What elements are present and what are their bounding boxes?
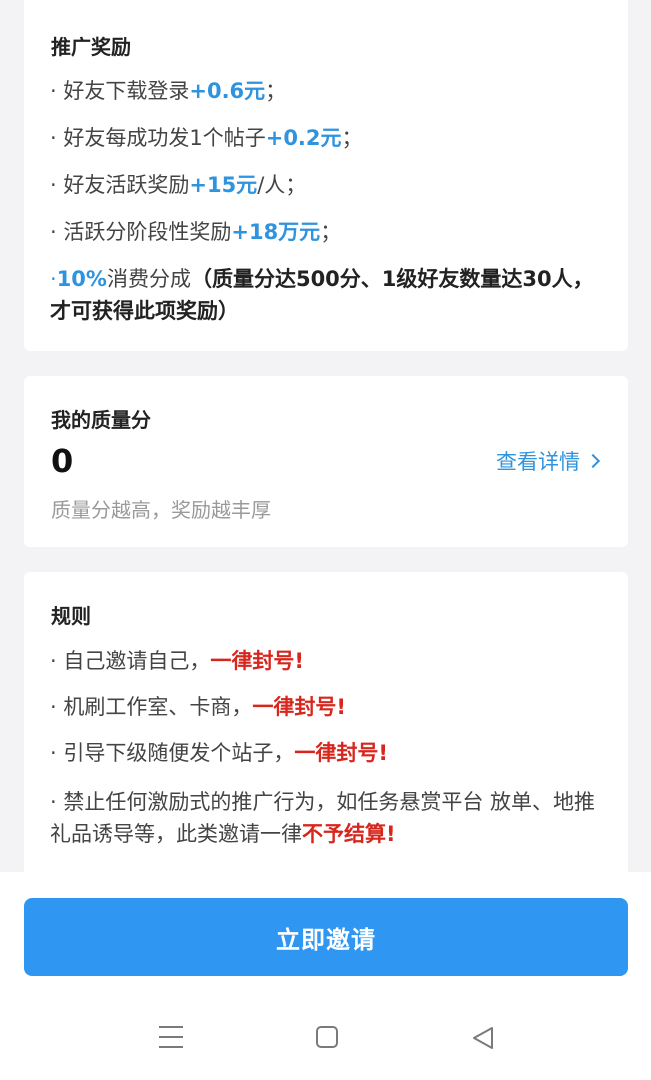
rule-item-warning: 一律封号!	[252, 695, 346, 719]
rule-item: · 引导下级随便发个站子，一律封号!	[50, 739, 388, 767]
reward-item: · 好友下载登录+0.6元；	[50, 77, 286, 105]
reward-item-text: · 好友活跃奖励	[50, 173, 190, 197]
rules-title: 规则	[51, 604, 91, 628]
rule-item-warning: 不予结算!	[302, 822, 396, 846]
rule-item-text: · 机刷工作室、卡商，	[50, 695, 253, 719]
rule-item: · 机刷工作室、卡商，一律封号!	[50, 693, 346, 721]
rules-card: 规则 · 自己邀请自己，一律封号! · 机刷工作室、卡商，一律封号! · 引导下…	[24, 572, 628, 892]
commission-text: 消费分成	[106, 267, 191, 291]
reward-item: · 好友每成功发1个帖子+0.2元；	[50, 124, 363, 152]
view-details-label: 查看详情	[496, 450, 580, 474]
reward-item-amount: +0.6元	[189, 79, 266, 103]
bottom-bar: 立即邀请	[0, 872, 651, 1080]
commission-bullet: ·	[50, 267, 57, 291]
invite-now-button[interactable]: 立即邀请	[24, 898, 628, 976]
reward-item-suffix: ；	[341, 126, 363, 150]
commission-reward: ·10%消费分成（质量分达500分、1级好友数量达30人，才可获得此项奖励）	[50, 263, 610, 327]
reward-item-text: · 好友下载登录	[50, 79, 190, 103]
reward-item-suffix: /人；	[257, 173, 307, 197]
back-icon[interactable]	[470, 1026, 496, 1050]
reward-item-amount: +0.2元	[265, 126, 342, 150]
rule-item-text: · 引导下级随便发个站子，	[50, 741, 295, 765]
rule-item-warning: 一律封号!	[294, 741, 388, 765]
chevron-right-icon	[585, 453, 601, 469]
home-icon[interactable]	[316, 1026, 338, 1048]
rule-item-warning: 一律封号!	[210, 649, 304, 673]
rule-item-text: · 自己邀请自己，	[50, 649, 211, 673]
menu-icon[interactable]	[159, 1026, 183, 1048]
reward-item-suffix: ；	[320, 220, 342, 244]
quality-title: 我的质量分	[51, 408, 151, 432]
reward-item-amount: +18万元	[231, 220, 321, 244]
reward-item-amount: +15元	[189, 173, 258, 197]
quality-card: 我的质量分 0 查看详情 质量分越高，奖励越丰厚	[24, 376, 628, 547]
commission-percent: 10%	[56, 267, 107, 291]
rewards-card: 推广奖励 · 好友下载登录+0.6元； · 好友每成功发1个帖子+0.2元； ·…	[24, 0, 628, 351]
reward-item-text: · 好友每成功发1个帖子	[50, 126, 266, 150]
reward-item-suffix: ；	[265, 79, 287, 103]
rule-item: · 禁止任何激励式的推广行为，如任务悬赏平台 放单、地推礼品诱导等，此类邀请一律…	[50, 786, 610, 850]
reward-item-text: · 活跃分阶段性奖励	[50, 220, 232, 244]
quality-tip: 质量分越高，奖励越丰厚	[51, 498, 271, 522]
rule-item: · 自己邀请自己，一律封号!	[50, 647, 304, 675]
rewards-title: 推广奖励	[51, 35, 131, 59]
reward-item: · 好友活跃奖励+15元/人；	[50, 171, 306, 199]
reward-item: · 活跃分阶段性奖励+18万元；	[50, 218, 341, 246]
quality-score: 0	[51, 442, 74, 480]
view-details-link[interactable]: 查看详情	[496, 446, 601, 476]
